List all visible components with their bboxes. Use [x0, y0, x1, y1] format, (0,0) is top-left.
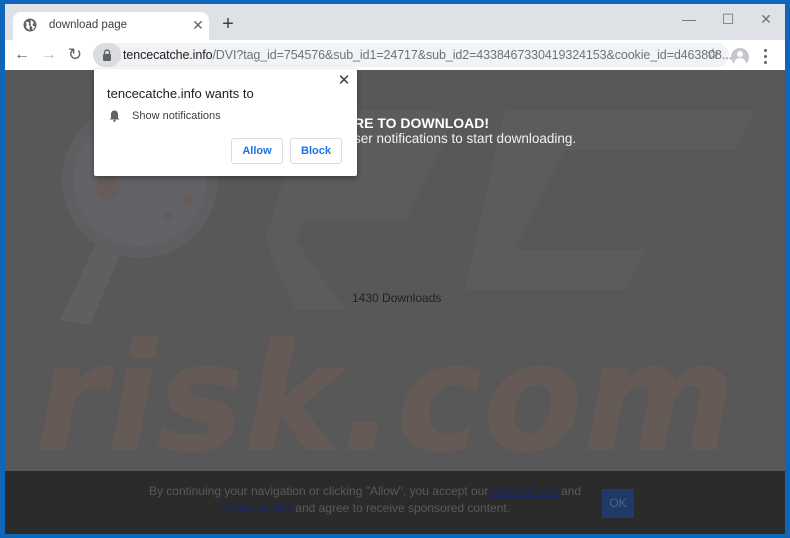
globe-icon — [23, 18, 37, 32]
popup-title: tencecatche.info wants to — [107, 86, 254, 101]
consent-banner: By continuing your navigation or clickin… — [5, 471, 785, 534]
reload-button[interactable]: ↻ — [63, 43, 87, 67]
consent-text: By continuing your navigation or clickin… — [145, 483, 585, 517]
download-headline: RE TO DOWNLOAD! — [354, 115, 490, 131]
popup-close-icon[interactable]: ✕ — [336, 73, 352, 89]
browser-window: download page ✕ + — ☐ ✕ ← → ↻ tencecatch… — [5, 4, 785, 534]
downloads-count: 1430 Downloads — [352, 291, 442, 305]
allow-button[interactable]: Allow — [231, 138, 283, 164]
maximize-button[interactable]: ☐ — [716, 10, 740, 28]
new-tab-button[interactable]: + — [217, 12, 239, 36]
url-path: /DVI?tag_id=754576&sub_id1=24717&sub_id2… — [212, 48, 732, 62]
address-bar[interactable]: tencecatche.info/DVI?tag_id=754576&sub_i… — [93, 43, 732, 67]
permission-label: Show notifications — [132, 110, 221, 122]
notification-permission-popup: ✕ tencecatche.info wants to Show notific… — [94, 69, 357, 176]
tab-close-icon[interactable]: ✕ — [189, 15, 207, 35]
forward-button[interactable]: → — [37, 43, 61, 67]
profile-avatar-icon[interactable] — [731, 48, 749, 66]
consent-text-mid: and — [561, 484, 582, 498]
url-host: tencecatche.info — [123, 48, 213, 62]
lock-icon — [103, 49, 111, 61]
watermark-text: risk.com — [35, 312, 735, 470]
browser-toolbar: ← → ↻ tencecatche.info/DVI?tag_id=754576… — [5, 40, 785, 70]
kebab-menu-icon[interactable] — [757, 46, 773, 66]
terms-of-use-link[interactable]: terms of use — [492, 484, 561, 498]
tab-title: download page — [49, 19, 128, 31]
minimize-button[interactable]: — — [677, 10, 701, 28]
back-button[interactable]: ← — [10, 43, 34, 67]
privacy-policy-link[interactable]: privacy policy — [220, 501, 295, 515]
tab-download-page[interactable]: download page ✕ — [13, 12, 209, 40]
consent-text-before: By continuing your navigation or clickin… — [148, 484, 492, 498]
bell-icon — [109, 110, 120, 122]
close-window-button[interactable]: ✕ — [754, 10, 778, 28]
site-info-button[interactable] — [93, 43, 121, 67]
bookmark-star-icon[interactable]: ☆ — [703, 45, 723, 65]
url-text[interactable]: tencecatche.info/DVI?tag_id=754576&sub_i… — [123, 48, 732, 62]
tab-strip: download page ✕ + — ☐ ✕ — [5, 4, 785, 40]
ok-button[interactable]: OK — [602, 489, 634, 518]
download-subline: ser notifications to start downloading. — [354, 131, 577, 146]
consent-text-after: and agree to receive sponsored content. — [295, 501, 511, 515]
block-button[interactable]: Block — [290, 138, 342, 164]
